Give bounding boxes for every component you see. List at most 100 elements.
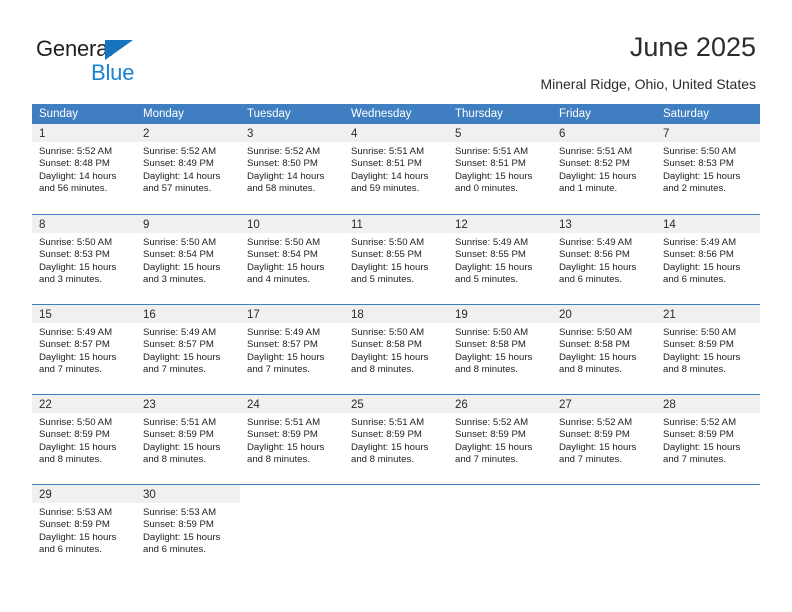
sunrise-text: Sunrise: 5:52 AM <box>143 146 217 157</box>
calendar-day-cell[interactable]: 3 Sunrise: 5:52 AM Sunset: 8:50 PM Dayli… <box>240 124 344 214</box>
calendar-day-cell[interactable]: 11 Sunrise: 5:50 AM Sunset: 8:55 PM Dayl… <box>344 215 448 304</box>
day-details: Sunrise: 5:50 AM Sunset: 8:59 PM Dayligh… <box>656 323 760 377</box>
daylight-text-line1: Daylight: 15 hours <box>39 531 117 543</box>
daylight-text-line2: and 8 minutes. <box>351 364 414 376</box>
calendar-day-cell[interactable]: 28 Sunrise: 5:52 AM Sunset: 8:59 PM Dayl… <box>656 395 760 484</box>
daylight-text-line1: Daylight: 15 hours <box>143 351 221 363</box>
daylight-text-line1: Daylight: 14 hours <box>143 170 221 182</box>
calendar-day-cell[interactable]: 23 Sunrise: 5:51 AM Sunset: 8:59 PM Dayl… <box>136 395 240 484</box>
daylight-text-line1: Daylight: 15 hours <box>247 351 325 363</box>
day-number: 4 <box>351 128 358 140</box>
calendar-day-cell[interactable]: 12 Sunrise: 5:49 AM Sunset: 8:55 PM Dayl… <box>448 215 552 304</box>
sunset-text: Sunset: 8:59 PM <box>351 429 422 441</box>
calendar-day-cell[interactable]: 8 Sunrise: 5:50 AM Sunset: 8:53 PM Dayli… <box>32 215 136 304</box>
daylight-text-line2: and 3 minutes. <box>39 274 102 286</box>
daylight-text-line1: Daylight: 14 hours <box>247 170 325 182</box>
calendar-day-cell[interactable]: 14 Sunrise: 5:49 AM Sunset: 8:56 PM Dayl… <box>656 215 760 304</box>
calendar-day-cell[interactable]: 30 Sunrise: 5:53 AM Sunset: 8:59 PM Dayl… <box>136 485 240 574</box>
calendar-day-cell[interactable]: 9 Sunrise: 5:50 AM Sunset: 8:54 PM Dayli… <box>136 215 240 304</box>
day-number: 6 <box>559 128 566 140</box>
calendar-day-cell[interactable]: 17 Sunrise: 5:49 AM Sunset: 8:57 PM Dayl… <box>240 305 344 394</box>
daylight-text-line1: Daylight: 15 hours <box>559 170 637 182</box>
calendar-day-cell[interactable]: 20 Sunrise: 5:50 AM Sunset: 8:58 PM Dayl… <box>552 305 656 394</box>
day-number: 7 <box>663 128 670 140</box>
day-details: Sunrise: 5:52 AM Sunset: 8:59 PM Dayligh… <box>656 413 760 467</box>
daylight-text-line2: and 57 minutes. <box>143 183 212 195</box>
day-number: 29 <box>39 489 52 501</box>
calendar-day-cell[interactable]: 10 Sunrise: 5:50 AM Sunset: 8:54 PM Dayl… <box>240 215 344 304</box>
daylight-text-line1: Daylight: 15 hours <box>455 351 533 363</box>
calendar-day-cell[interactable]: 2 Sunrise: 5:52 AM Sunset: 8:49 PM Dayli… <box>136 124 240 214</box>
sunrise-text: Sunrise: 5:50 AM <box>559 327 633 338</box>
weekday-header-tuesday: Tuesday <box>247 108 291 120</box>
calendar-day-cell[interactable]: 1 Sunrise: 5:52 AM Sunset: 8:48 PM Dayli… <box>32 124 136 214</box>
sunrise-text: Sunrise: 5:50 AM <box>663 327 737 338</box>
calendar-day-cell[interactable]: 19 Sunrise: 5:50 AM Sunset: 8:58 PM Dayl… <box>448 305 552 394</box>
calendar-day-cell[interactable]: 7 Sunrise: 5:50 AM Sunset: 8:53 PM Dayli… <box>656 124 760 214</box>
daylight-text-line2: and 7 minutes. <box>143 364 206 376</box>
day-number-band <box>240 485 344 503</box>
sunrise-text: Sunrise: 5:50 AM <box>663 146 737 157</box>
daylight-text-line2: and 7 minutes. <box>39 364 102 376</box>
brand-logo[interactable]: General Blue <box>36 36 206 86</box>
calendar-day-cell[interactable]: 13 Sunrise: 5:49 AM Sunset: 8:56 PM Dayl… <box>552 215 656 304</box>
day-number-band: 2 <box>136 124 240 142</box>
day-details: Sunrise: 5:50 AM Sunset: 8:58 PM Dayligh… <box>552 323 656 377</box>
calendar-day-cell[interactable]: 21 Sunrise: 5:50 AM Sunset: 8:59 PM Dayl… <box>656 305 760 394</box>
sunrise-text: Sunrise: 5:51 AM <box>351 146 425 157</box>
daylight-text-line2: and 5 minutes. <box>455 274 518 286</box>
day-number: 17 <box>247 309 260 321</box>
calendar-day-cell-empty <box>240 485 344 574</box>
calendar-day-cell[interactable]: 26 Sunrise: 5:52 AM Sunset: 8:59 PM Dayl… <box>448 395 552 484</box>
sunrise-text: Sunrise: 5:51 AM <box>247 417 321 428</box>
calendar-day-cell[interactable]: 27 Sunrise: 5:52 AM Sunset: 8:59 PM Dayl… <box>552 395 656 484</box>
calendar-day-cell[interactable]: 6 Sunrise: 5:51 AM Sunset: 8:52 PM Dayli… <box>552 124 656 214</box>
day-details: Sunrise: 5:51 AM Sunset: 8:59 PM Dayligh… <box>344 413 448 467</box>
sunrise-text: Sunrise: 5:50 AM <box>39 417 113 428</box>
day-number-band: 8 <box>32 215 136 233</box>
sunrise-text: Sunrise: 5:52 AM <box>39 146 113 157</box>
day-details: Sunrise: 5:50 AM Sunset: 8:58 PM Dayligh… <box>448 323 552 377</box>
day-number: 14 <box>663 219 676 231</box>
day-details: Sunrise: 5:49 AM Sunset: 8:56 PM Dayligh… <box>656 233 760 287</box>
calendar-day-cell[interactable]: 29 Sunrise: 5:53 AM Sunset: 8:59 PM Dayl… <box>32 485 136 574</box>
calendar-day-cell[interactable]: 18 Sunrise: 5:50 AM Sunset: 8:58 PM Dayl… <box>344 305 448 394</box>
day-number-band: 14 <box>656 215 760 233</box>
day-number-band: 10 <box>240 215 344 233</box>
page-title: June 2025 <box>629 32 756 62</box>
day-number-band: 16 <box>136 305 240 323</box>
calendar-day-cell[interactable]: 16 Sunrise: 5:49 AM Sunset: 8:57 PM Dayl… <box>136 305 240 394</box>
calendar-day-cell[interactable]: 24 Sunrise: 5:51 AM Sunset: 8:59 PM Dayl… <box>240 395 344 484</box>
day-details: Sunrise: 5:51 AM Sunset: 8:51 PM Dayligh… <box>344 142 448 196</box>
day-details: Sunrise: 5:52 AM Sunset: 8:59 PM Dayligh… <box>552 413 656 467</box>
sunset-text: Sunset: 8:53 PM <box>39 249 110 261</box>
page-header: General Blue June 2025 Mineral Ridge, Oh… <box>0 0 792 100</box>
day-number: 8 <box>39 219 46 231</box>
sunrise-text: Sunrise: 5:52 AM <box>559 417 633 428</box>
day-number-band <box>552 485 656 503</box>
brand-name-blue: Blue <box>91 60 135 85</box>
daylight-text-line1: Daylight: 15 hours <box>663 170 741 182</box>
day-number: 9 <box>143 219 150 231</box>
calendar-day-cell[interactable]: 4 Sunrise: 5:51 AM Sunset: 8:51 PM Dayli… <box>344 124 448 214</box>
calendar-day-cell[interactable]: 25 Sunrise: 5:51 AM Sunset: 8:59 PM Dayl… <box>344 395 448 484</box>
sunrise-text: Sunrise: 5:49 AM <box>663 237 737 248</box>
daylight-text-line1: Daylight: 15 hours <box>143 261 221 273</box>
calendar-day-cell[interactable]: 15 Sunrise: 5:49 AM Sunset: 8:57 PM Dayl… <box>32 305 136 394</box>
day-number-band <box>448 485 552 503</box>
daylight-text-line1: Daylight: 14 hours <box>351 170 429 182</box>
day-details: Sunrise: 5:52 AM Sunset: 8:59 PM Dayligh… <box>448 413 552 467</box>
sunrise-text: Sunrise: 5:49 AM <box>39 327 113 338</box>
day-details: Sunrise: 5:49 AM Sunset: 8:57 PM Dayligh… <box>240 323 344 377</box>
sunset-text: Sunset: 8:57 PM <box>247 339 318 351</box>
calendar-day-cell[interactable]: 22 Sunrise: 5:50 AM Sunset: 8:59 PM Dayl… <box>32 395 136 484</box>
calendar-week-row: 29 Sunrise: 5:53 AM Sunset: 8:59 PM Dayl… <box>32 484 760 574</box>
day-details: Sunrise: 5:49 AM Sunset: 8:55 PM Dayligh… <box>448 233 552 287</box>
day-number: 26 <box>455 399 468 411</box>
sunrise-text: Sunrise: 5:50 AM <box>247 237 321 248</box>
sunrise-text: Sunrise: 5:49 AM <box>455 237 529 248</box>
day-number: 13 <box>559 219 572 231</box>
day-number: 21 <box>663 309 676 321</box>
daylight-text-line2: and 8 minutes. <box>143 454 206 466</box>
calendar-day-cell[interactable]: 5 Sunrise: 5:51 AM Sunset: 8:51 PM Dayli… <box>448 124 552 214</box>
